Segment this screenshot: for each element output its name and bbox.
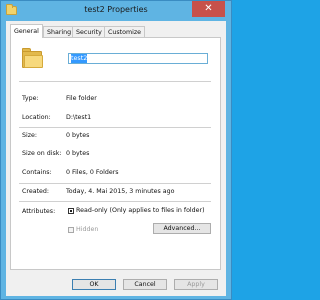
advanced-button[interactable]: Advanced... [153,223,211,234]
divider [19,81,211,82]
close-icon: ✕ [204,3,213,14]
divider [19,183,211,184]
location-value: D:\test1 [66,114,92,121]
tab-customize[interactable]: Customize [104,26,146,37]
readonly-label: Read-only (Only applies to files in fold… [76,207,205,214]
readonly-checkbox[interactable] [68,208,74,214]
size-value: 0 bytes [66,132,90,139]
general-tab-panel: test2 Type: File folder Location: D:\tes… [10,37,221,270]
hidden-label: Hidden [76,226,99,233]
folder-icon [22,48,44,68]
divider [19,127,211,128]
apply-button[interactable]: Apply [174,279,218,290]
dialog-client-area: General Sharing Security Customize test2… [6,21,226,296]
attributes-label: Attributes: [22,208,56,215]
tab-sharing[interactable]: Sharing [43,26,76,37]
tab-general[interactable]: General [10,24,43,38]
ok-button[interactable]: OK [72,279,116,290]
size-on-disk-value: 0 bytes [66,150,90,157]
divider [19,201,211,202]
location-label: Location: [22,114,51,121]
folder-name-input[interactable]: test2 [68,53,208,64]
type-label: Type: [22,95,39,102]
properties-window: test2 Properties ✕ General Sharing Secur… [0,0,232,300]
contains-value: 0 Files, 0 Folders [66,169,119,176]
created-label: Created: [22,188,50,195]
tab-security[interactable]: Security [72,26,106,37]
folder-name-value: test2 [71,54,88,63]
size-on-disk-label: Size on disk: [22,150,62,157]
size-label: Size: [22,132,38,139]
cancel-button[interactable]: Cancel [123,279,167,290]
hidden-checkbox[interactable] [68,227,74,233]
created-value: Today, 4. Mai 2015, 3 minutes ago [66,188,175,195]
contains-label: Contains: [22,169,52,176]
title-bar[interactable]: test2 Properties ✕ [1,1,231,21]
close-button[interactable]: ✕ [192,1,225,17]
type-value: File folder [66,95,97,102]
